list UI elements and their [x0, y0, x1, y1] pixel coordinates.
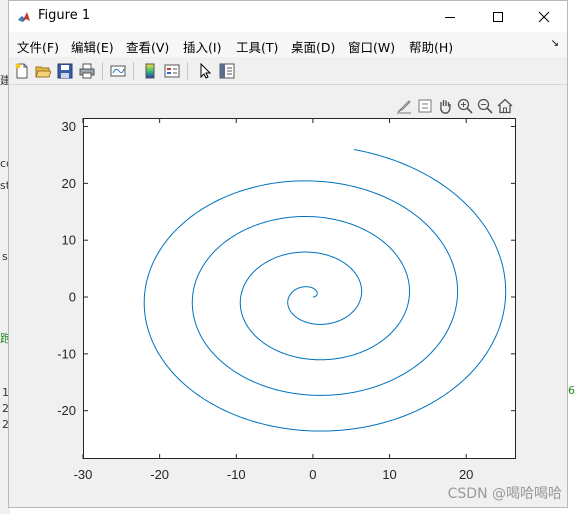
y-tick-label: 0: [69, 290, 76, 305]
background-fragment: 6: [568, 384, 575, 397]
spiral-chart: -30 -20 -10 0 10 20 -20 -10 0 10 20 30: [57, 118, 516, 482]
y-tick-label: 30: [62, 119, 76, 134]
figure-window: Figure 1 文件(F) 编辑(E) 查看(V) 插入(I) 工具(T) 桌…: [8, 0, 568, 508]
y-tick-label: 10: [62, 233, 76, 248]
x-tick-label: 20: [459, 467, 473, 482]
x-tick-label: -10: [227, 467, 246, 482]
y-tick-label: -20: [57, 403, 76, 418]
x-tick-label: 10: [382, 467, 396, 482]
watermark: CSDN @喝哈喝哈: [447, 486, 562, 502]
y-tick-label: -10: [57, 346, 76, 361]
x-tick-label: -30: [74, 467, 93, 482]
x-tick-label: -20: [150, 467, 169, 482]
y-tick-label: 20: [62, 176, 76, 191]
background-fragment: s: [2, 250, 8, 263]
x-tick-label: 0: [309, 467, 316, 482]
spiral-line: [143, 149, 507, 432]
